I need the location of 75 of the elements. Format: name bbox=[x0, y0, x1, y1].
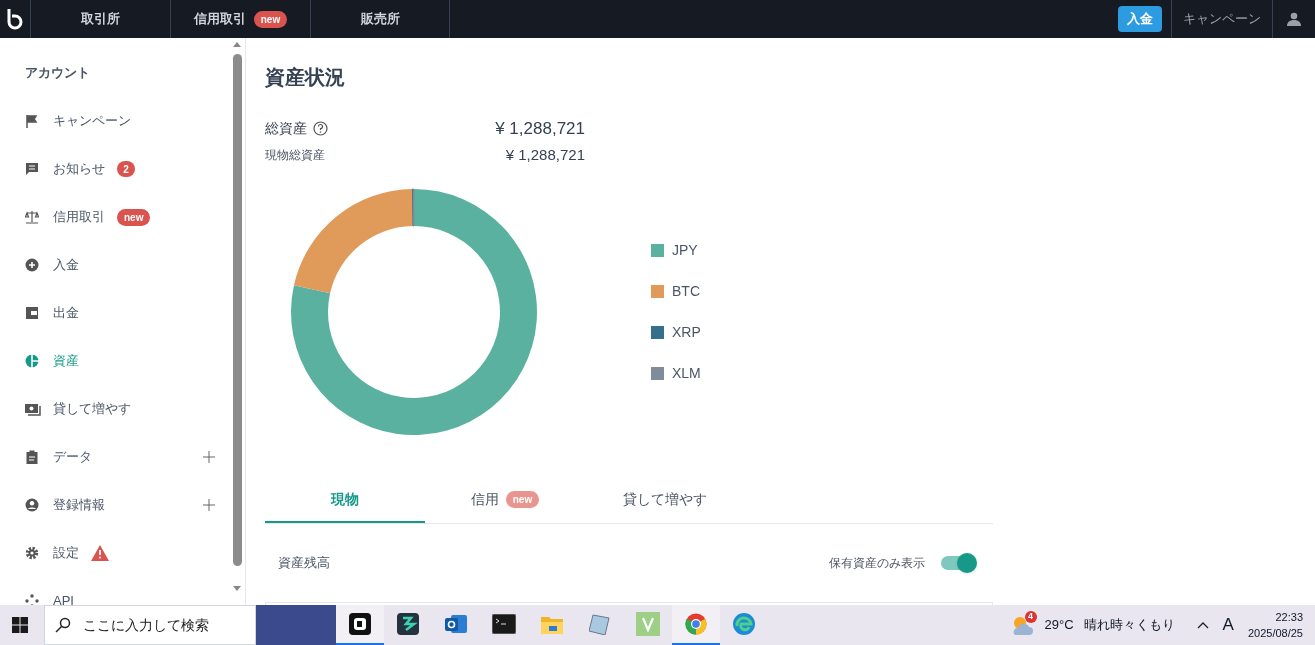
legend-label: XRP bbox=[672, 323, 701, 342]
sidebar-icon bbox=[25, 306, 41, 320]
clock-time[interactable]: 22:33 bbox=[1275, 609, 1303, 625]
sidebar-item[interactable]: 資産 bbox=[25, 337, 215, 385]
item-label: 資産 bbox=[53, 352, 79, 371]
sidebar-icon bbox=[25, 258, 41, 272]
sidebar-icon bbox=[25, 546, 41, 560]
user-icon[interactable] bbox=[1287, 12, 1301, 26]
nav-tab[interactable]: 販売所 bbox=[310, 0, 450, 38]
expand-icon[interactable] bbox=[203, 451, 215, 463]
sidebar-icon bbox=[25, 210, 41, 224]
item-label: 入金 bbox=[53, 256, 79, 275]
total-value: ¥ 1,288,721 bbox=[495, 118, 585, 140]
spot-total-value: ¥ 1,288,721 bbox=[505, 144, 585, 165]
balance-label: 資産残高 bbox=[278, 554, 330, 573]
scroll-up-icon[interactable] bbox=[233, 42, 241, 47]
sidebar-item[interactable]: キャンペーン bbox=[25, 97, 215, 145]
item-label: 出金 bbox=[53, 304, 79, 323]
sidebar-item[interactable]: 信用取引 new bbox=[25, 193, 215, 241]
item-label: データ bbox=[53, 448, 92, 467]
item-label: お知らせ bbox=[53, 160, 105, 179]
sidebar-icon bbox=[25, 498, 41, 512]
search-icon bbox=[55, 617, 71, 633]
sidebar-item[interactable]: 登録情報 bbox=[25, 481, 215, 529]
item-label: 貸して増やす bbox=[53, 400, 131, 419]
sidebar-icon bbox=[25, 354, 41, 368]
legend-label: XLM bbox=[672, 364, 701, 383]
asset-tab[interactable]: 貸して増やす bbox=[585, 477, 745, 523]
nav-tab[interactable]: 取引所 bbox=[30, 0, 170, 38]
sidebar-item[interactable]: 貸して増やす bbox=[25, 385, 215, 433]
sidebar-item[interactable]: データ bbox=[25, 433, 215, 481]
toggle-label: 保有資産のみ表示 bbox=[829, 555, 925, 572]
sidebar-icon bbox=[25, 402, 41, 416]
item-label: 信用取引 bbox=[53, 208, 105, 227]
sidebar-heading: アカウント bbox=[25, 64, 91, 82]
logo-icon[interactable] bbox=[5, 8, 25, 30]
holdings-toggle[interactable] bbox=[941, 553, 977, 573]
ime-indicator[interactable]: A bbox=[1222, 612, 1234, 638]
item-label: キャンペーン bbox=[53, 112, 131, 131]
windows-start-icon[interactable] bbox=[12, 617, 28, 633]
legend-label: BTC bbox=[672, 282, 700, 301]
sidebar-item[interactable]: 出金 bbox=[25, 289, 215, 337]
asset-tab[interactable]: 現物 bbox=[265, 477, 425, 523]
scroll-down-icon[interactable] bbox=[233, 586, 241, 591]
new-badge: new bbox=[505, 490, 540, 508]
new-badge: new bbox=[253, 10, 288, 28]
new-badge: new bbox=[117, 208, 151, 226]
clock-date[interactable]: 2025/08/25 bbox=[1247, 625, 1303, 641]
nav-tab[interactable]: 信用取引 new bbox=[170, 0, 310, 38]
item-label: 設定 bbox=[53, 544, 79, 563]
scrollbar-thumb[interactable] bbox=[232, 54, 242, 566]
count-badge: 2 bbox=[117, 161, 135, 177]
campaign-link[interactable]: キャンペーン bbox=[1171, 0, 1273, 38]
notification-badge: 4 bbox=[1024, 611, 1037, 623]
help-icon[interactable] bbox=[313, 121, 328, 137]
asset-tab[interactable]: 信用 new bbox=[425, 477, 585, 523]
chevron-up-icon[interactable] bbox=[1196, 621, 1209, 629]
page-title: 資産状況 bbox=[265, 65, 346, 90]
sidebar-item[interactable]: API bbox=[25, 577, 215, 605]
sidebar-icon bbox=[25, 162, 41, 176]
spot-total-label: 現物総資産 bbox=[265, 146, 325, 164]
total-label: 総資産 bbox=[265, 119, 307, 139]
item-label: 登録情報 bbox=[53, 496, 105, 515]
item-label: API bbox=[53, 592, 74, 605]
sidebar-item[interactable]: 入金 bbox=[25, 241, 215, 289]
sidebar-item[interactable]: 設定 bbox=[25, 529, 215, 577]
search-field[interactable]: ここに入力して検索 bbox=[44, 605, 256, 645]
sidebar-icon bbox=[25, 450, 41, 464]
expand-icon[interactable] bbox=[203, 499, 215, 511]
sidebar-item[interactable]: お知らせ 2 bbox=[25, 145, 215, 193]
temperature-text: 29°C bbox=[1044, 616, 1074, 635]
legend-label: JPY bbox=[672, 241, 698, 260]
taskbar-app-icon[interactable] bbox=[336, 605, 384, 645]
sidebar-icon bbox=[25, 594, 41, 605]
weather-text: 晴れ時々くもり bbox=[1083, 616, 1175, 635]
